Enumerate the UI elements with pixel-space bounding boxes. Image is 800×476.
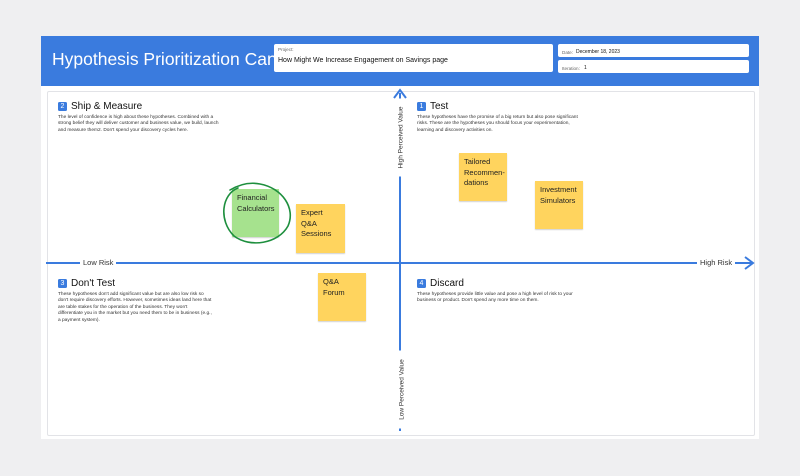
sticky-note-tailored-recommendations[interactable]: Tailored Recommen-dations: [459, 153, 507, 201]
quadrant-dont-test-heading: 3 Don't Test: [58, 278, 115, 289]
quadrant-title: Don't Test: [71, 278, 115, 289]
quadrant-number-badge: 3: [58, 279, 67, 288]
sticky-note-qa-forum[interactable]: Q&A Forum: [318, 273, 366, 321]
sticky-note-investment-simulators[interactable]: Investment Simulators: [535, 181, 583, 229]
quadrant-number-badge: 4: [417, 279, 426, 288]
high-value-label: High Perceived Value: [397, 98, 405, 177]
quadrant-title: Ship & Measure: [71, 101, 143, 112]
project-value: How Might We Increase Engagement on Savi…: [278, 57, 448, 64]
quadrant-ship-description: The level of confidence is high about th…: [58, 115, 219, 133]
low-risk-label: Low Risk: [80, 258, 117, 267]
quadrant-number-badge: 2: [58, 102, 67, 111]
quadrant-dont-test-description: These hypotheses don't add significant v…: [58, 292, 212, 323]
header-bar: Hypothesis Prioritization Canvas Project…: [41, 36, 759, 86]
iteration-field[interactable]: Iteration: 1: [558, 60, 749, 73]
quadrant-title: Discard: [430, 278, 464, 289]
date-value: December 18, 2023: [576, 49, 620, 55]
quadrant-title: Test: [430, 101, 449, 112]
date-field[interactable]: Date: December 18, 2023: [558, 44, 749, 57]
project-label: Project:: [278, 47, 294, 52]
quadrant-discard-description: These hypotheses provide little value an…: [417, 292, 573, 304]
iteration-label: Iteration:: [562, 66, 580, 71]
quadrant-number-badge: 1: [417, 102, 426, 111]
quadrant-discard-heading: 4 Discard: [417, 278, 464, 289]
quadrant-test-description: These hypotheses have the promise of a b…: [417, 115, 578, 133]
quadrant-test-heading: 1 Test: [417, 101, 448, 112]
project-field[interactable]: Project: How Might We Increase Engagemen…: [274, 44, 553, 72]
quadrant-ship-heading: 2 Ship & Measure: [58, 101, 142, 112]
circle-annotation: [223, 182, 292, 244]
sticky-note-expert-qa[interactable]: Expert Q&A Sessions: [296, 204, 345, 253]
arrow-right-icon: [744, 256, 755, 270]
page-title: Hypothesis Prioritization Canvas: [52, 49, 304, 69]
iteration-value: 1: [584, 65, 587, 71]
high-risk-label: High Risk: [697, 258, 736, 267]
low-value-label: Low Perceived Value: [398, 350, 406, 429]
date-label: Date:: [562, 50, 573, 55]
